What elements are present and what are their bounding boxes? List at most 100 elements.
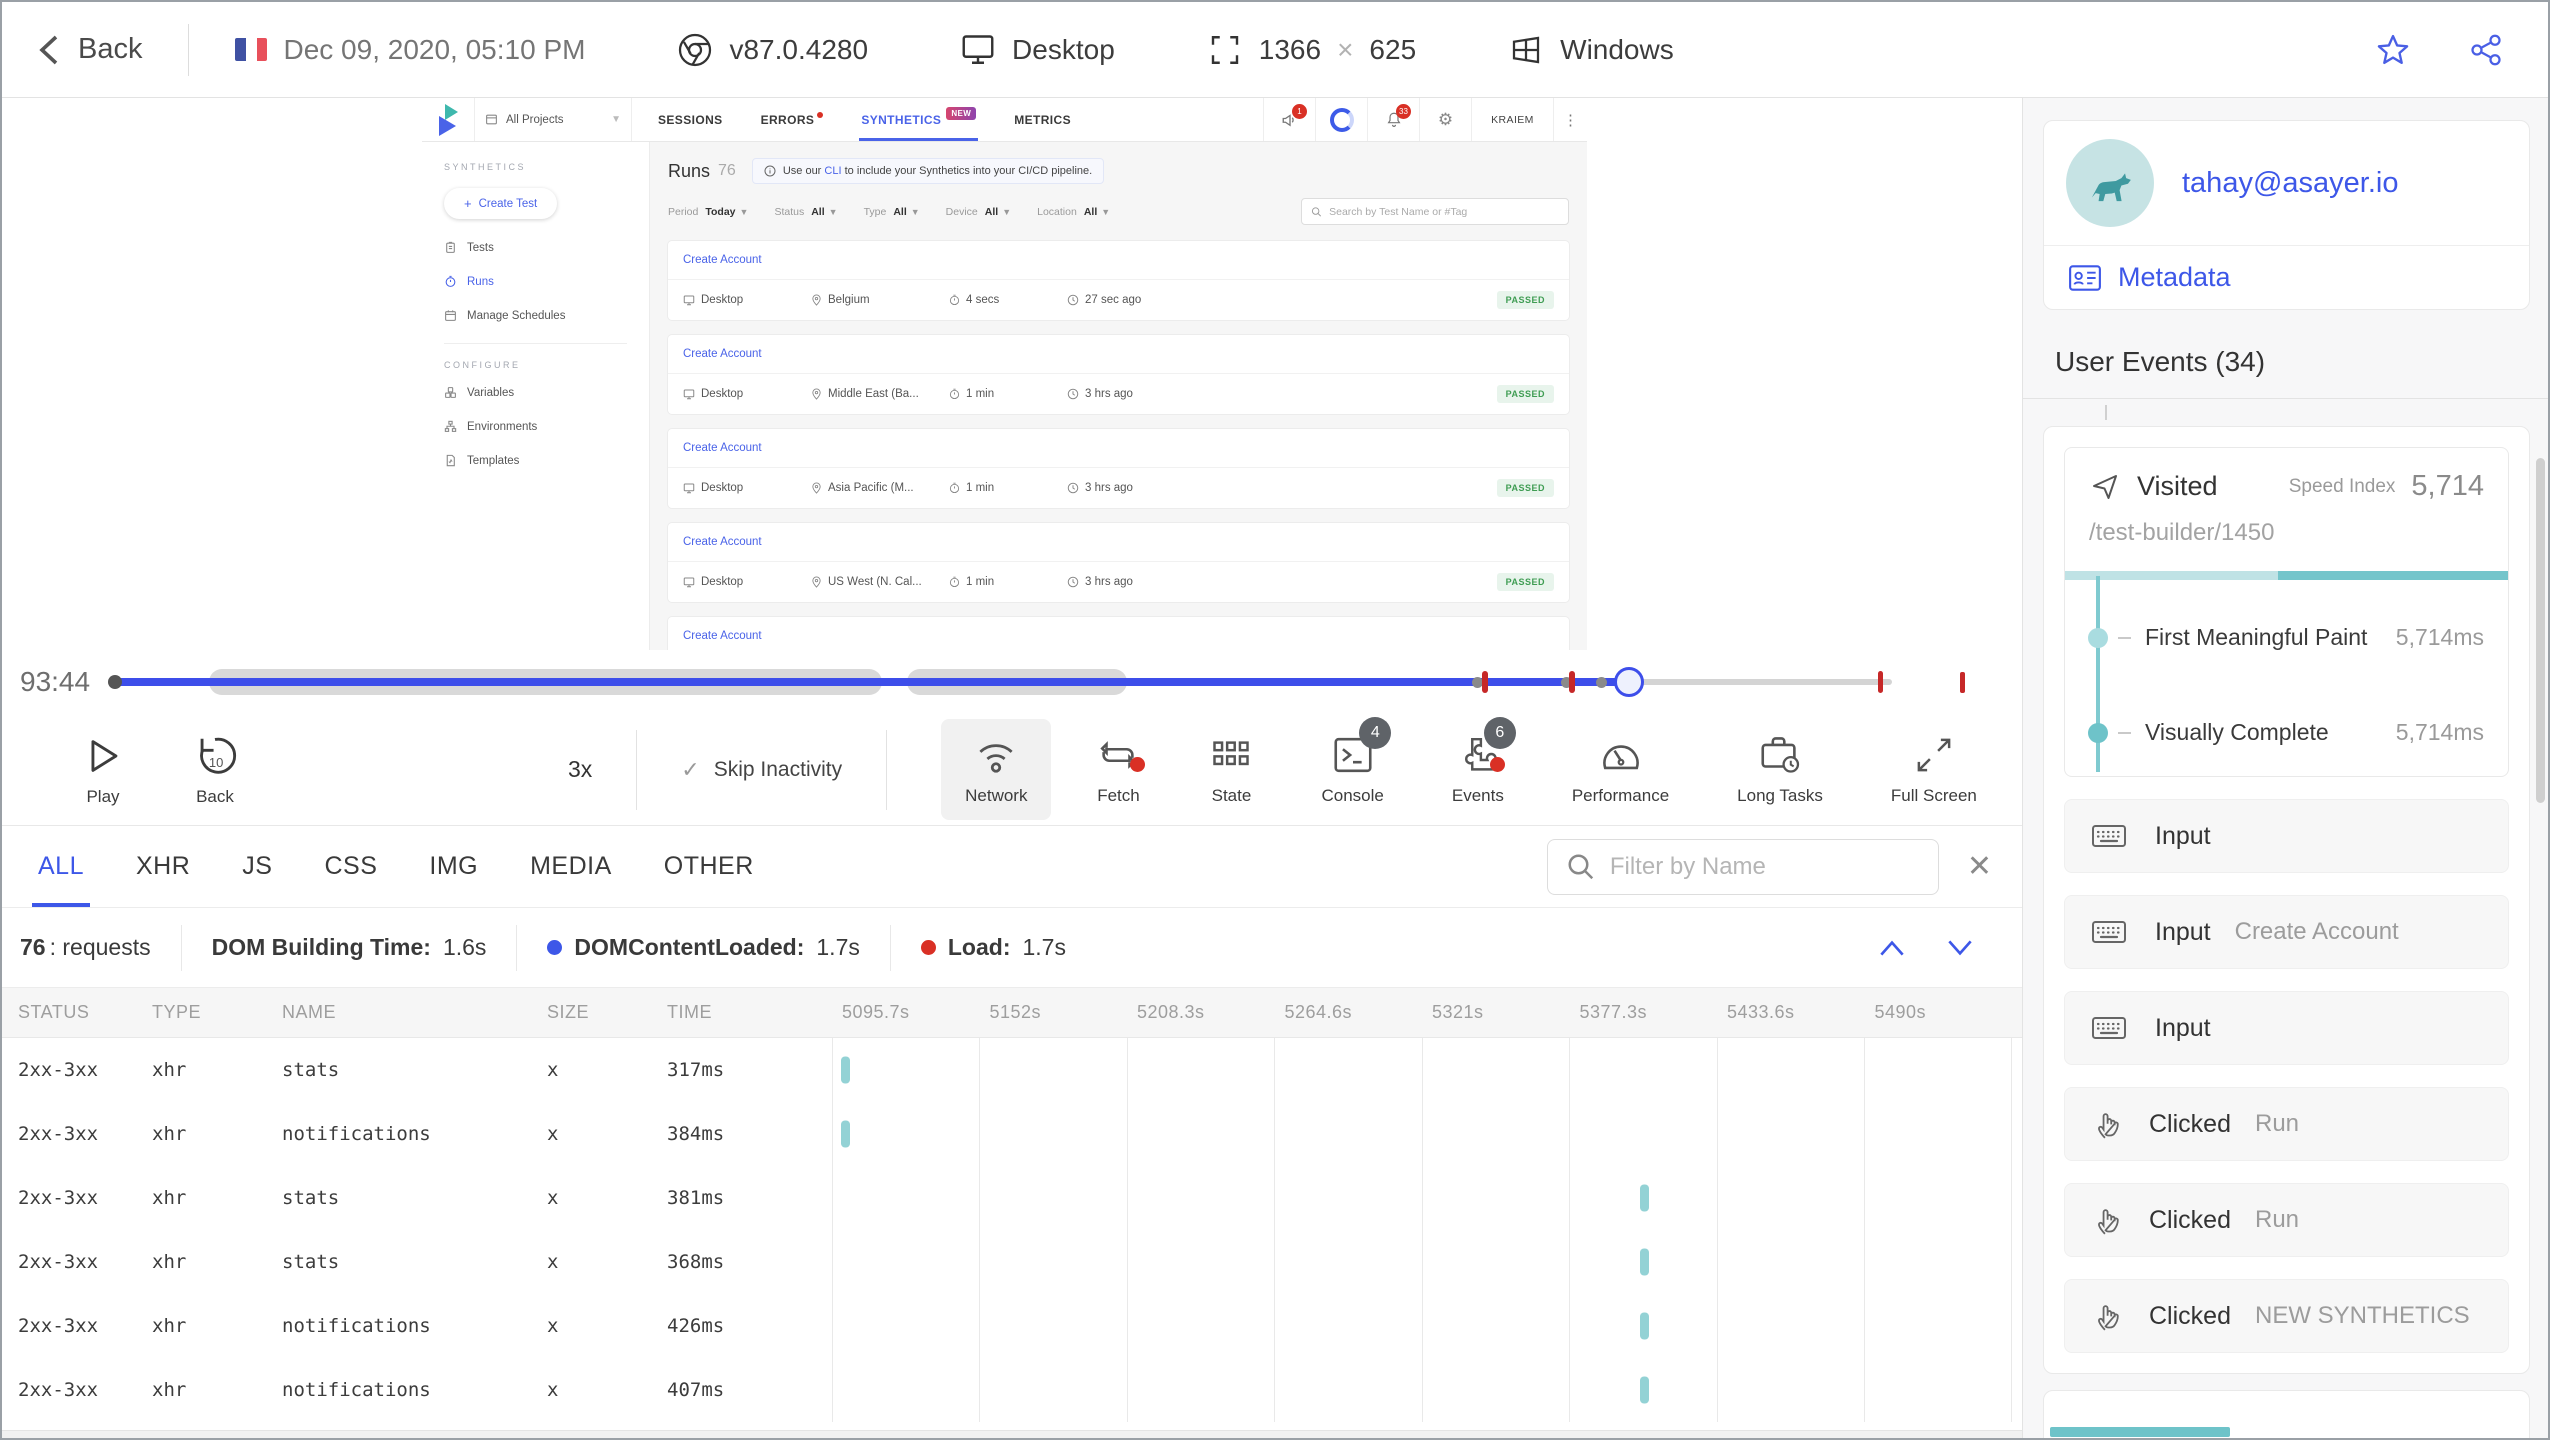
error-marker (1960, 672, 1965, 693)
filter-location[interactable]: Location All ▼ (1037, 206, 1110, 218)
jump-next-icon[interactable] (1944, 935, 1976, 961)
visited-arrow-icon (2093, 474, 2117, 499)
sidebar-item-runs[interactable]: Runs (444, 275, 649, 288)
skip-inactivity-toggle[interactable]: ✓ Skip Inactivity (681, 757, 842, 783)
monitor-icon (683, 577, 695, 587)
sidebar-item-manage-schedules[interactable]: Manage Schedules (444, 309, 649, 322)
settings-button[interactable]: ⚙ (1419, 98, 1471, 141)
tab-media[interactable]: MEDIA (530, 826, 612, 907)
run-name[interactable]: Create Account (668, 335, 1569, 373)
network-request-row[interactable]: 2xx-3xx xhr stats x 317ms (2, 1038, 2022, 1102)
full-screen-button[interactable]: Full Screen (1867, 719, 2001, 820)
playhead-handle[interactable] (1614, 667, 1644, 697)
visited-label: Visited (2137, 471, 2218, 501)
run-card[interactable]: Create Account Desktop Asia Pacific (M..… (668, 429, 1569, 508)
event-item-clicked[interactable]: Clicked NEW SYNTHETICS (2064, 1279, 2509, 1353)
tab-all[interactable]: ALL (32, 826, 90, 907)
tab-errors[interactable]: ERRORS (761, 98, 824, 141)
filter-period[interactable]: Period Today ▼ (668, 206, 748, 218)
spinner-icon (1329, 107, 1354, 132)
network-request-row[interactable]: 2xx-3xx xhr notifications x 426ms (2, 1294, 2022, 1358)
event-item-clicked[interactable]: Clicked Run (2064, 1183, 2509, 1257)
notifications-button[interactable]: 33 (1367, 98, 1419, 141)
panel-fetch-button[interactable]: Fetch (1071, 719, 1165, 820)
play-button[interactable]: Play (80, 733, 126, 807)
panel-state-button[interactable]: State (1185, 719, 1277, 820)
tab-sessions[interactable]: SESSIONS (658, 98, 723, 141)
tab-other[interactable]: OTHER (664, 826, 754, 907)
error-marker[interactable] (1482, 671, 1488, 693)
run-name[interactable]: Create Account (668, 523, 1569, 561)
chevron-down-icon: ▼ (1101, 206, 1111, 217)
panel-performance-button[interactable]: Performance (1548, 719, 1693, 820)
sidebar-item-templates[interactable]: Templates (444, 454, 649, 467)
tab-css[interactable]: CSS (324, 826, 377, 907)
metadata-button[interactable]: Metadata (2044, 245, 2529, 309)
tab-synthetics[interactable]: SYNTHETICS NEW (859, 98, 979, 141)
playback-speed-button[interactable]: 3x (568, 756, 592, 783)
event-item-input[interactable]: Input (2064, 799, 2509, 873)
network-request-row[interactable]: 2xx-3xx xhr notifications x 384ms (2, 1102, 2022, 1166)
network-request-row[interactable]: 2xx-3xx xhr notifications x 407ms (2, 1358, 2022, 1422)
tab-js[interactable]: JS (242, 826, 272, 907)
sidebar-item-environments[interactable]: Environments (444, 420, 649, 433)
test-search[interactable] (1301, 198, 1569, 225)
jump-previous-icon[interactable] (1876, 935, 1908, 961)
event-item-input[interactable]: Input (2064, 991, 2509, 1065)
back-button[interactable]: Back (36, 33, 142, 67)
sidebar-scrollbar[interactable] (2536, 458, 2545, 803)
user-menu[interactable]: KRAIEM (1471, 98, 1553, 141)
run-card[interactable]: Create Account Desktop Middle East (Ba..… (668, 335, 1569, 414)
visited-event[interactable]: Visited Speed Index 5,714 /test-builder/… (2064, 447, 2509, 777)
run-name[interactable]: Create Account (668, 429, 1569, 467)
close-panel-button[interactable]: ✕ (1967, 849, 1992, 884)
network-filter-input[interactable] (1609, 852, 1920, 881)
panel-console-button[interactable]: 4 Console (1297, 717, 1407, 820)
filter-device[interactable]: Device All ▼ (946, 206, 1011, 218)
sidebar-item-tests[interactable]: Tests (444, 241, 649, 254)
back-label: Back (78, 33, 143, 65)
search-icon (1311, 206, 1322, 216)
network-request-row[interactable]: 2xx-3xx xhr stats x 368ms (2, 1230, 2022, 1294)
event-item-clicked[interactable]: Clicked Run (2064, 1087, 2509, 1161)
sidebar-item-variables[interactable]: Variables (444, 386, 649, 399)
event-marker[interactable] (1596, 677, 1607, 688)
controls-divider (886, 729, 888, 810)
back-10s-button[interactable]: 10 Back (192, 733, 238, 807)
user-email-link[interactable]: tahay@asayer.io (2182, 167, 2398, 200)
run-name[interactable]: Create Account (668, 241, 1569, 279)
panel-events-button[interactable]: 6 Events (1428, 717, 1528, 820)
panel-long-tasks-button[interactable]: Long Tasks (1713, 719, 1847, 820)
run-card[interactable]: Create Account Desktop US West (N. Cal..… (668, 523, 1569, 602)
error-marker[interactable] (1878, 671, 1883, 693)
panel-network-button[interactable]: Network (941, 719, 1052, 820)
os-info: Windows (1508, 32, 1674, 68)
horizontal-scrollbar-track[interactable] (2, 1430, 2022, 1438)
screen-size-icon (1211, 35, 1238, 64)
header-time: TIME (667, 1002, 712, 1022)
overflow-menu[interactable]: ⋮ (1553, 98, 1587, 141)
event-item-input[interactable]: Input Create Account (2064, 895, 2509, 969)
favorite-star-icon[interactable] (2374, 31, 2412, 69)
cli-link[interactable]: CLI (824, 165, 841, 177)
filter-status[interactable]: Status All ▼ (774, 206, 837, 218)
announcements-button[interactable]: 1 (1263, 98, 1315, 141)
test-search-input[interactable] (1329, 205, 1559, 218)
monitor-icon (683, 389, 695, 399)
runs-filters: Period Today ▼ Status All ▼ Type All ▼ Device A… (668, 198, 1569, 225)
network-request-row[interactable]: 2xx-3xx xhr stats x 381ms (2, 1166, 2022, 1230)
network-filter[interactable] (1546, 838, 1939, 895)
project-selector[interactable]: All Projects ▼ (474, 98, 632, 141)
create-test-button[interactable]: + Create Test (444, 188, 558, 219)
run-card[interactable]: Create Account Desktop Canada (Central) … (668, 617, 1569, 650)
timeline-track[interactable] (108, 650, 1892, 714)
share-icon[interactable] (2468, 32, 2504, 68)
error-marker[interactable] (1569, 671, 1575, 693)
tab-img[interactable]: IMG (429, 826, 478, 907)
run-name[interactable]: Create Account (668, 617, 1569, 650)
run-card[interactable]: Create Account Desktop Belgium 4 secs 27… (668, 241, 1569, 320)
user-card: tahay@asayer.io Metadata (2043, 120, 2530, 310)
tab-xhr[interactable]: XHR (136, 826, 190, 907)
filter-type[interactable]: Type All ▼ (864, 206, 920, 218)
tab-metrics[interactable]: METRICS (1014, 98, 1071, 141)
